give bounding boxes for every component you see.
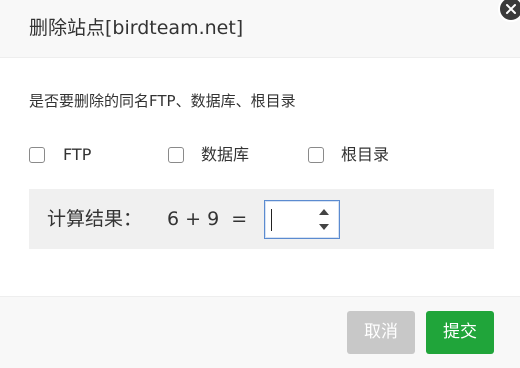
checkbox-database-label: 数据库 (201, 145, 250, 164)
spin-up-button[interactable] (315, 205, 333, 219)
captcha-panel: 计算结果： 6 + 9 = (29, 189, 494, 249)
caret-down-icon (319, 224, 329, 230)
checkbox-root-dir-box[interactable] (308, 147, 324, 163)
caret-up-icon (319, 209, 329, 215)
checkbox-root-dir[interactable]: 根目录 (308, 144, 389, 166)
captcha-answer-stepper[interactable] (264, 200, 340, 239)
checkbox-ftp[interactable]: FTP (29, 144, 91, 166)
captcha-label: 计算结果： (47, 208, 143, 230)
checkbox-root-dir-label: 根目录 (341, 145, 390, 164)
dialog-footer: 取消 提交 (0, 296, 520, 368)
captcha-answer-input[interactable] (270, 208, 310, 232)
cancel-button[interactable]: 取消 (347, 311, 415, 354)
checkbox-database[interactable]: 数据库 (168, 144, 249, 166)
checkbox-ftp-label: FTP (63, 145, 92, 164)
text-caret (271, 209, 272, 231)
submit-button[interactable]: 提交 (426, 311, 494, 354)
checkbox-database-box[interactable] (168, 147, 184, 163)
delete-site-dialog: 删除站点[birdteam.net] 是否要删除的同名FTP、数据库、根目录 F… (0, 0, 520, 368)
delete-question: 是否要删除的同名FTP、数据库、根目录 (29, 92, 296, 110)
checkbox-ftp-box[interactable] (29, 147, 45, 163)
close-icon (506, 4, 516, 14)
dialog-title: 删除站点[birdteam.net] (29, 17, 244, 39)
spin-down-button[interactable] (315, 221, 333, 235)
dialog-title-bar: 删除站点[birdteam.net] (0, 0, 520, 58)
captcha-expression: 6 + 9 = (167, 208, 248, 230)
spin-buttons (315, 205, 333, 235)
